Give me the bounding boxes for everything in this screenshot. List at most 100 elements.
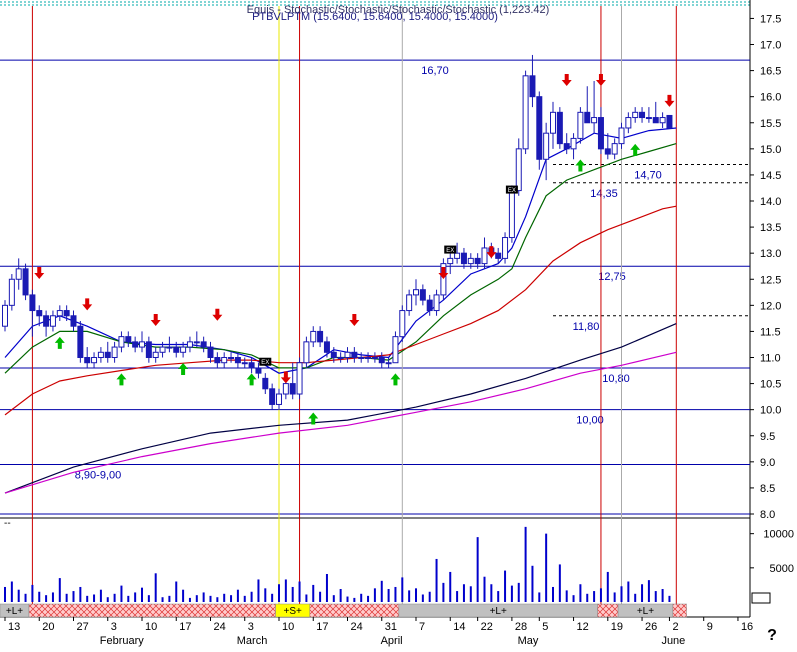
candle-body xyxy=(29,294,36,312)
candle-body xyxy=(467,257,474,265)
candle-body xyxy=(173,346,180,353)
candle-body xyxy=(344,351,351,359)
price-tick-label-18: 17.0 xyxy=(760,40,781,52)
day-tick-label-2: 27 xyxy=(77,621,89,633)
candle-11 xyxy=(77,320,84,363)
day-tick-label-10: 24 xyxy=(351,621,363,633)
month-tick-label-0: February xyxy=(100,635,145,647)
candle-body xyxy=(49,315,56,327)
candle-body xyxy=(604,148,611,155)
candle-body xyxy=(556,111,563,145)
candle-body xyxy=(289,383,296,395)
price-tick-label-17: 16.5 xyxy=(760,66,781,78)
candle-body xyxy=(234,357,241,364)
question-mark-icon[interactable]: ? xyxy=(767,627,777,644)
candle-body xyxy=(22,268,29,296)
candle-body xyxy=(550,111,556,134)
plot-background xyxy=(0,0,750,617)
day-tick-label-13: 14 xyxy=(453,621,465,633)
candle-body xyxy=(632,111,639,119)
candle-body xyxy=(584,111,591,124)
price-tick-label-12: 14.0 xyxy=(760,196,781,208)
hline-label-5: 10,80 xyxy=(602,373,630,385)
candle-body xyxy=(200,341,207,348)
price-tick-label-13: 14.5 xyxy=(760,170,781,182)
day-tick-label-12: 7 xyxy=(419,621,425,633)
candle-body xyxy=(495,252,502,259)
candle-body xyxy=(317,330,324,343)
candle-body xyxy=(611,143,618,155)
price-tick-label-7: 11.5 xyxy=(760,326,781,338)
candle-body xyxy=(645,117,652,120)
candle-76 xyxy=(522,70,529,155)
candle-body xyxy=(323,341,330,353)
band-segment-7 xyxy=(672,603,687,618)
day-tick-label-7: 3 xyxy=(248,621,254,633)
candle-body xyxy=(152,351,159,359)
candle-body xyxy=(269,388,276,405)
candle-body xyxy=(522,75,529,150)
candle-body xyxy=(406,294,413,312)
day-tick-label-18: 19 xyxy=(611,621,623,633)
scroll-box xyxy=(751,592,771,604)
month-tick-label-4: June xyxy=(661,635,685,647)
candle-body xyxy=(666,114,673,129)
candle-body xyxy=(659,117,666,124)
price-tick-label-9: 12.5 xyxy=(760,274,781,286)
candle-81 xyxy=(556,107,563,149)
price-tick-label-15: 15.5 xyxy=(760,118,781,130)
candle-body xyxy=(91,357,98,364)
candle-body xyxy=(652,117,659,124)
candle-body xyxy=(351,351,358,359)
day-tick-label-22: 16 xyxy=(741,621,753,633)
candle-78 xyxy=(536,91,543,170)
volume-corner-label: -- xyxy=(4,518,11,529)
candle-body xyxy=(433,294,440,312)
month-tick-label-1: March xyxy=(237,635,268,647)
price-tick-label-19: 17.5 xyxy=(760,13,781,25)
candle-body xyxy=(180,346,187,353)
event-tag-1: EX xyxy=(444,245,457,254)
band-segment-1 xyxy=(28,603,276,618)
volume-tick-label-0: 5000 xyxy=(770,563,794,575)
price-tick-label-11: 13.5 xyxy=(760,222,781,234)
candle-body xyxy=(282,383,289,395)
event-tag-2: EX xyxy=(505,185,518,194)
candle-body xyxy=(228,357,235,360)
hline-label-1: 14,70 xyxy=(634,169,662,181)
volume-tick-label-1: 10000 xyxy=(763,529,794,541)
candle-1 xyxy=(8,274,15,311)
candle-body xyxy=(15,268,22,280)
candle-body xyxy=(371,357,378,360)
candle-body xyxy=(132,341,139,348)
candle-body xyxy=(43,315,50,327)
candle-58 xyxy=(399,305,406,342)
candle-body xyxy=(241,362,248,365)
candle-body xyxy=(481,247,488,265)
candle-body xyxy=(310,330,317,343)
candle-body xyxy=(214,357,221,364)
candle-body xyxy=(139,341,145,348)
candle-body xyxy=(385,362,392,365)
price-tick-label-14: 15.0 xyxy=(760,144,781,156)
stock-chart[interactable]: 16,7014,7014,3512,7511,8010,8010,008,90-… xyxy=(0,0,797,647)
candle-body xyxy=(625,117,632,129)
candle-body xyxy=(474,257,481,265)
candle-body xyxy=(570,137,577,150)
candle-body xyxy=(618,127,625,145)
candle-body xyxy=(104,351,111,359)
candle-body xyxy=(563,143,570,150)
day-tick-label-15: 28 xyxy=(515,621,527,633)
candle-body xyxy=(36,310,43,317)
candle-body xyxy=(255,367,262,374)
chart-window: 16,70 14,70 14,35 12,75 11,80 10,80 10,00 8,90-… xyxy=(0,0,797,647)
candle-body xyxy=(8,278,15,306)
event-tag-label: EX xyxy=(508,188,516,194)
price-tick-label-0: 8.0 xyxy=(760,509,775,521)
month-tick-label-3: May xyxy=(518,635,539,647)
candle-body xyxy=(70,315,77,327)
candle-body xyxy=(207,346,214,359)
candle-body xyxy=(454,252,461,259)
price-tick-label-8: 12.0 xyxy=(760,300,781,312)
day-tick-label-11: 31 xyxy=(385,621,397,633)
